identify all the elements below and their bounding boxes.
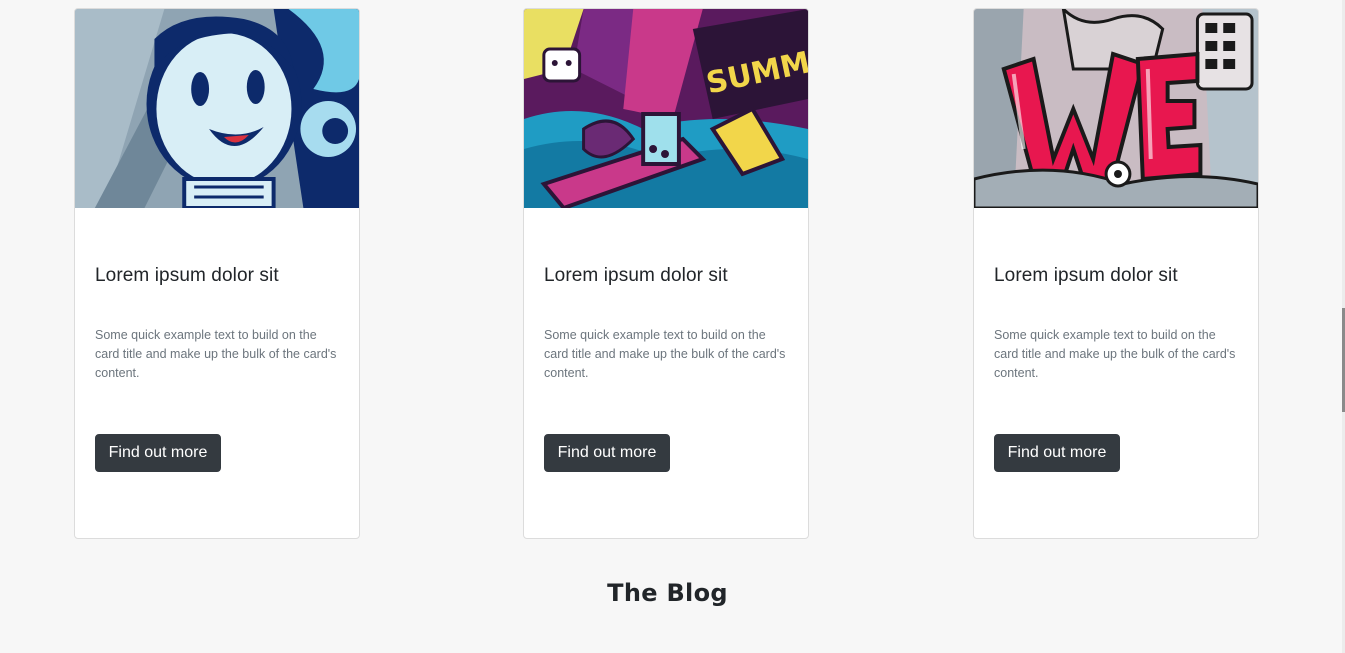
blog-section-title: The Blog: [607, 579, 728, 607]
card-3-text: Some quick example text to build on the …: [994, 328, 1236, 380]
card-2-find-out-more-button[interactable]: Find out more: [544, 434, 670, 472]
card-1: Lorem ipsum dolor sit Some quick example…: [74, 8, 360, 539]
card-3-find-out-more-button[interactable]: Find out more: [994, 434, 1120, 472]
card-1-image: [75, 9, 359, 208]
card-2: SUMME Lorem ipsum dolor sit Some quick e…: [523, 8, 809, 539]
card-2-title: Lorem ipsum dolor sit: [544, 265, 728, 286]
card-1-title: Lorem ipsum dolor sit: [95, 265, 279, 286]
card-3: Lorem ipsum dolor sit Some quick example…: [973, 8, 1259, 539]
card-3-image: [974, 9, 1258, 208]
card-1-text: Some quick example text to build on the …: [95, 328, 337, 380]
card-2-text: Some quick example text to build on the …: [544, 328, 786, 380]
card-2-image: SUMME: [524, 9, 808, 208]
card-3-title: Lorem ipsum dolor sit: [994, 265, 1178, 286]
card-1-find-out-more-button[interactable]: Find out more: [95, 434, 221, 472]
